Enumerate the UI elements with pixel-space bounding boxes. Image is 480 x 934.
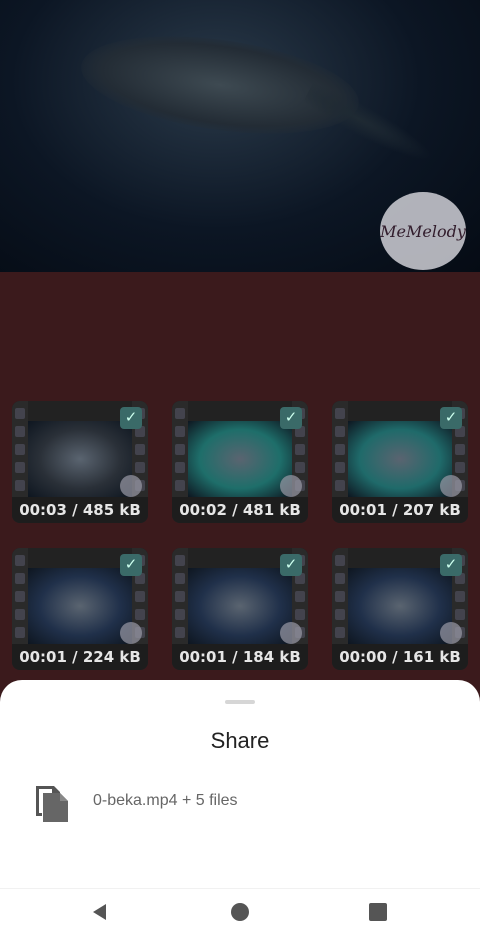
copy-files-icon xyxy=(36,786,68,822)
thumbnail-image xyxy=(348,421,452,497)
thumbnail-image xyxy=(188,568,292,644)
video-thumbnail[interactable]: ✓ 00:00 / 161 kB xyxy=(332,548,468,670)
thumbnail-caption: 00:02 / 481 kB xyxy=(172,497,308,523)
home-circle-icon xyxy=(231,902,249,921)
thumbnail-caption: 00:01 / 184 kB xyxy=(172,644,308,670)
checkmark-icon[interactable]: ✓ xyxy=(120,554,142,576)
video-thumbnail[interactable]: ✓ 00:01 / 207 kB xyxy=(332,401,468,523)
shared-files-summary: 0-beka.mp4 + 5 files xyxy=(93,792,238,809)
watermark-badge xyxy=(280,622,302,644)
video-thumbnail[interactable]: ✓ 00:03 / 485 kB xyxy=(12,401,148,523)
recents-square-icon xyxy=(369,902,387,921)
thumbnail-image xyxy=(348,568,452,644)
watermark-badge xyxy=(280,475,302,497)
video-preview[interactable]: MeMelody xyxy=(0,0,480,272)
back-button[interactable] xyxy=(70,889,130,934)
back-triangle-icon xyxy=(93,903,106,920)
thumbnail-caption: 00:01 / 207 kB xyxy=(332,497,468,523)
home-button[interactable] xyxy=(210,889,270,934)
thumbnail-image xyxy=(28,421,132,497)
watermark-badge xyxy=(440,622,462,644)
recents-button[interactable] xyxy=(348,889,408,934)
video-thumbnail[interactable]: ✓ 00:01 / 224 kB xyxy=(12,548,148,670)
checkmark-icon[interactable]: ✓ xyxy=(120,407,142,429)
thumbnail-caption: 00:00 / 161 kB xyxy=(332,644,468,670)
shared-files-row: 0-beka.mp4 + 5 files xyxy=(32,780,452,824)
watermark-badge xyxy=(120,622,142,644)
checkmark-icon[interactable]: ✓ xyxy=(440,554,462,576)
share-title: Share xyxy=(210,728,270,753)
watermark-badge xyxy=(440,475,462,497)
video-thumbnail[interactable]: ✓ 00:02 / 481 kB xyxy=(172,401,308,523)
drag-handle[interactable] xyxy=(225,700,255,704)
checkmark-icon[interactable]: ✓ xyxy=(440,407,462,429)
thumbnail-caption: 00:03 / 485 kB xyxy=(12,497,148,523)
thumbnail-grid: ✓ 00:03 / 485 kB ✓ 00:02 / 481 kB ✓ 00:0… xyxy=(0,272,480,692)
watermark-badge xyxy=(120,475,142,497)
checkmark-icon[interactable]: ✓ xyxy=(280,407,302,429)
watermark-logo: MeMelody xyxy=(380,192,466,270)
thumbnail-image xyxy=(28,568,132,644)
checkmark-icon[interactable]: ✓ xyxy=(280,554,302,576)
thumbnail-caption: 00:01 / 224 kB xyxy=(12,644,148,670)
video-thumbnail[interactable]: ✓ 00:01 / 184 kB xyxy=(172,548,308,670)
thumbnail-image xyxy=(188,421,292,497)
system-navigation-bar xyxy=(0,888,480,934)
